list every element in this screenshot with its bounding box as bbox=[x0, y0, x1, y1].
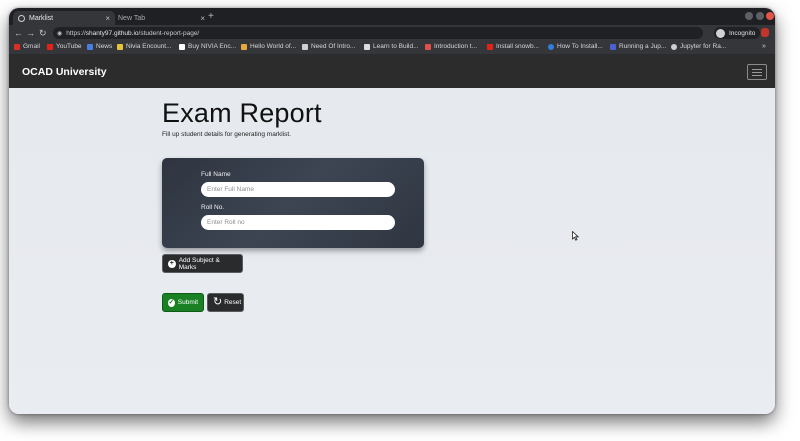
bookmark-favicon bbox=[548, 43, 554, 50]
incognito-badge[interactable]: Incognito bbox=[714, 27, 761, 39]
bookmark-item[interactable]: Introduction t... bbox=[425, 43, 477, 50]
reset-button[interactable]: ↻ Reset bbox=[207, 293, 244, 312]
bookmark-item[interactable]: Hello World of... bbox=[241, 43, 296, 50]
youtube-icon bbox=[487, 43, 493, 50]
bookmark-favicon bbox=[241, 43, 247, 50]
student-details-card: Full Name Roll No. bbox=[162, 158, 424, 248]
mouse-cursor-icon bbox=[572, 231, 579, 241]
gmail-icon bbox=[14, 43, 20, 50]
brand-logo-text[interactable]: OCAD University bbox=[22, 66, 107, 78]
back-arrow-icon[interactable]: ← bbox=[14, 27, 23, 39]
bookmark-item[interactable]: Learn to Build... bbox=[364, 43, 419, 50]
tab-new-tab[interactable]: New Tab × bbox=[113, 11, 210, 25]
news-icon bbox=[87, 43, 93, 50]
browser-window: Marklist × New Tab × + ← → ↻ ◉ https://s… bbox=[9, 8, 775, 414]
globe-icon bbox=[18, 14, 25, 22]
bookmarks-bar: Gmail YouTube News Nivia Encount... Buy … bbox=[9, 41, 775, 55]
more-bookmarks-icon[interactable]: » bbox=[762, 43, 766, 50]
browser-menu-icon[interactable] bbox=[761, 28, 769, 37]
bookmark-item[interactable]: Running a Jup... bbox=[610, 43, 666, 50]
bookmark-item[interactable]: Need Of Intro... bbox=[302, 43, 355, 50]
page-subtitle: Fill up student details for generating m… bbox=[162, 131, 291, 138]
add-subject-label: Add Subject & Marks bbox=[178, 256, 220, 271]
check-circle-icon: ✓ bbox=[168, 298, 175, 307]
full-name-label: Full Name bbox=[201, 171, 231, 178]
url-text: https://shanty97.github.io/student-repor… bbox=[66, 29, 200, 37]
navbar-toggler-icon[interactable] bbox=[747, 64, 767, 80]
bookmark-item[interactable]: Nivia Encount... bbox=[117, 43, 172, 50]
tab-label: New Tab bbox=[118, 14, 146, 22]
bookmark-item[interactable]: Install snowb... bbox=[487, 43, 539, 50]
submit-label: Submit bbox=[177, 299, 198, 306]
bookmark-favicon bbox=[425, 43, 431, 50]
reset-icon: ↻ bbox=[213, 296, 223, 308]
bookmark-favicon bbox=[364, 43, 370, 50]
bookmark-item[interactable]: YouTube bbox=[47, 43, 82, 50]
browser-toolbar: ← → ↻ ◉ https://shanty97.github.io/stude… bbox=[9, 25, 775, 41]
submit-button[interactable]: ✓ Submit bbox=[162, 293, 204, 312]
tab-label: Marklist bbox=[29, 14, 54, 22]
site-navbar: OCAD University bbox=[9, 55, 775, 88]
roll-no-input[interactable] bbox=[201, 215, 395, 230]
close-icon[interactable]: × bbox=[200, 14, 205, 23]
bookmark-favicon bbox=[610, 43, 616, 50]
tab-strip: Marklist × New Tab × + bbox=[9, 8, 775, 25]
incognito-label: Incognito bbox=[729, 29, 756, 37]
close-icon[interactable]: × bbox=[105, 14, 110, 23]
reset-label: Reset bbox=[224, 299, 242, 306]
page-title: Exam Report bbox=[162, 98, 322, 128]
plus-circle-icon: + bbox=[168, 259, 176, 268]
bookmark-item[interactable]: How To Install... bbox=[548, 43, 603, 50]
tab-marklist[interactable]: Marklist × bbox=[13, 11, 115, 25]
window-close-icon[interactable] bbox=[766, 12, 774, 20]
roll-no-label: Roll No. bbox=[201, 204, 225, 211]
bookmark-favicon bbox=[117, 43, 123, 50]
bookmark-favicon bbox=[302, 43, 308, 50]
incognito-icon bbox=[716, 28, 725, 38]
add-subject-button[interactable]: + Add Subject & Marks bbox=[162, 254, 243, 273]
bookmark-item[interactable]: Buy NIVIA Enc... bbox=[179, 43, 236, 50]
lock-icon: ◉ bbox=[57, 30, 63, 37]
maximize-icon[interactable] bbox=[756, 12, 764, 20]
new-tab-icon[interactable]: + bbox=[208, 11, 214, 22]
bookmark-item[interactable]: Gmail bbox=[14, 43, 40, 50]
minimize-icon[interactable] bbox=[745, 12, 753, 20]
forward-arrow-icon[interactable]: → bbox=[26, 27, 35, 39]
reload-icon[interactable]: ↻ bbox=[39, 27, 47, 39]
bookmark-item[interactable]: News bbox=[87, 43, 112, 50]
bookmark-item[interactable]: Jupyter for Ra... bbox=[671, 43, 726, 50]
globe-icon bbox=[671, 43, 677, 50]
address-bar[interactable]: ◉ https://shanty97.github.io/student-rep… bbox=[53, 27, 703, 39]
full-name-input[interactable] bbox=[201, 182, 395, 197]
page-content: Exam Report Fill up student details for … bbox=[9, 88, 775, 414]
bookmark-favicon bbox=[179, 43, 185, 50]
youtube-icon bbox=[47, 43, 53, 50]
